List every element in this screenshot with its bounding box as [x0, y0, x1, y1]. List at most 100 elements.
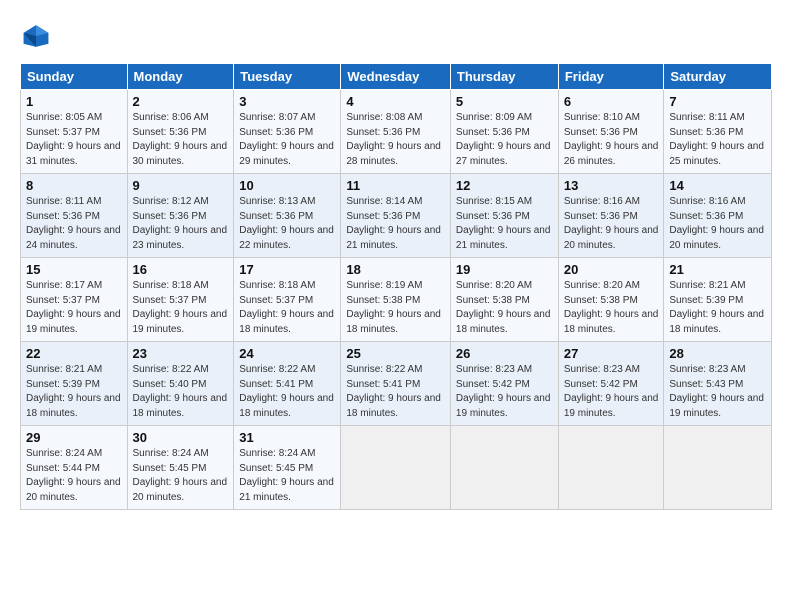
day-number: 18	[346, 262, 445, 277]
calendar-cell	[450, 426, 558, 510]
calendar-cell: 13 Sunrise: 8:16 AMSunset: 5:36 PMDaylig…	[558, 174, 664, 258]
day-info: Sunrise: 8:19 AMSunset: 5:38 PMDaylight:…	[346, 280, 441, 335]
day-number: 3	[239, 94, 335, 109]
day-number: 1	[26, 94, 122, 109]
calendar-cell: 28 Sunrise: 8:23 AMSunset: 5:43 PMDaylig…	[664, 342, 772, 426]
day-info: Sunrise: 8:08 AMSunset: 5:36 PMDaylight:…	[346, 112, 441, 167]
calendar-cell: 20 Sunrise: 8:20 AMSunset: 5:38 PMDaylig…	[558, 258, 664, 342]
day-number: 13	[564, 178, 659, 193]
calendar-cell: 1 Sunrise: 8:05 AMSunset: 5:37 PMDayligh…	[21, 90, 128, 174]
calendar-week-5: 29 Sunrise: 8:24 AMSunset: 5:44 PMDaylig…	[21, 426, 772, 510]
calendar-week-1: 1 Sunrise: 8:05 AMSunset: 5:37 PMDayligh…	[21, 90, 772, 174]
day-info: Sunrise: 8:20 AMSunset: 5:38 PMDaylight:…	[456, 280, 551, 335]
calendar-cell: 8 Sunrise: 8:11 AMSunset: 5:36 PMDayligh…	[21, 174, 128, 258]
day-info: Sunrise: 8:16 AMSunset: 5:36 PMDaylight:…	[669, 196, 764, 251]
day-info: Sunrise: 8:23 AMSunset: 5:42 PMDaylight:…	[564, 364, 659, 419]
day-info: Sunrise: 8:13 AMSunset: 5:36 PMDaylight:…	[239, 196, 334, 251]
day-number: 12	[456, 178, 553, 193]
day-info: Sunrise: 8:16 AMSunset: 5:36 PMDaylight:…	[564, 196, 659, 251]
day-number: 30	[133, 430, 229, 445]
day-number: 27	[564, 346, 659, 361]
day-info: Sunrise: 8:07 AMSunset: 5:36 PMDaylight:…	[239, 112, 334, 167]
day-info: Sunrise: 8:17 AMSunset: 5:37 PMDaylight:…	[26, 280, 121, 335]
calendar-cell: 16 Sunrise: 8:18 AMSunset: 5:37 PMDaylig…	[127, 258, 234, 342]
day-info: Sunrise: 8:09 AMSunset: 5:36 PMDaylight:…	[456, 112, 551, 167]
day-info: Sunrise: 8:12 AMSunset: 5:36 PMDaylight:…	[133, 196, 228, 251]
calendar-cell: 15 Sunrise: 8:17 AMSunset: 5:37 PMDaylig…	[21, 258, 128, 342]
day-info: Sunrise: 8:15 AMSunset: 5:36 PMDaylight:…	[456, 196, 551, 251]
calendar-header-thursday: Thursday	[450, 64, 558, 90]
main-container: SundayMondayTuesdayWednesdayThursdayFrid…	[0, 0, 792, 520]
day-info: Sunrise: 8:05 AMSunset: 5:37 PMDaylight:…	[26, 112, 121, 167]
calendar-cell: 26 Sunrise: 8:23 AMSunset: 5:42 PMDaylig…	[450, 342, 558, 426]
day-info: Sunrise: 8:24 AMSunset: 5:44 PMDaylight:…	[26, 448, 121, 503]
day-number: 20	[564, 262, 659, 277]
day-info: Sunrise: 8:18 AMSunset: 5:37 PMDaylight:…	[239, 280, 334, 335]
day-number: 23	[133, 346, 229, 361]
calendar-cell: 2 Sunrise: 8:06 AMSunset: 5:36 PMDayligh…	[127, 90, 234, 174]
calendar-cell: 5 Sunrise: 8:09 AMSunset: 5:36 PMDayligh…	[450, 90, 558, 174]
day-info: Sunrise: 8:21 AMSunset: 5:39 PMDaylight:…	[669, 280, 764, 335]
day-info: Sunrise: 8:24 AMSunset: 5:45 PMDaylight:…	[133, 448, 228, 503]
day-number: 4	[346, 94, 445, 109]
day-info: Sunrise: 8:24 AMSunset: 5:45 PMDaylight:…	[239, 448, 334, 503]
calendar-cell	[558, 426, 664, 510]
calendar-cell: 30 Sunrise: 8:24 AMSunset: 5:45 PMDaylig…	[127, 426, 234, 510]
calendar-header-saturday: Saturday	[664, 64, 772, 90]
day-number: 8	[26, 178, 122, 193]
day-info: Sunrise: 8:18 AMSunset: 5:37 PMDaylight:…	[133, 280, 228, 335]
calendar-cell: 19 Sunrise: 8:20 AMSunset: 5:38 PMDaylig…	[450, 258, 558, 342]
calendar-cell: 17 Sunrise: 8:18 AMSunset: 5:37 PMDaylig…	[234, 258, 341, 342]
day-info: Sunrise: 8:23 AMSunset: 5:43 PMDaylight:…	[669, 364, 764, 419]
day-number: 21	[669, 262, 766, 277]
calendar-cell: 25 Sunrise: 8:22 AMSunset: 5:41 PMDaylig…	[341, 342, 451, 426]
day-info: Sunrise: 8:11 AMSunset: 5:36 PMDaylight:…	[26, 196, 121, 251]
day-info: Sunrise: 8:20 AMSunset: 5:38 PMDaylight:…	[564, 280, 659, 335]
day-number: 15	[26, 262, 122, 277]
day-number: 7	[669, 94, 766, 109]
day-number: 17	[239, 262, 335, 277]
calendar-header-friday: Friday	[558, 64, 664, 90]
day-number: 6	[564, 94, 659, 109]
calendar-cell: 6 Sunrise: 8:10 AMSunset: 5:36 PMDayligh…	[558, 90, 664, 174]
day-number: 28	[669, 346, 766, 361]
calendar-cell: 9 Sunrise: 8:12 AMSunset: 5:36 PMDayligh…	[127, 174, 234, 258]
day-number: 16	[133, 262, 229, 277]
calendar-cell	[664, 426, 772, 510]
day-number: 10	[239, 178, 335, 193]
calendar-week-4: 22 Sunrise: 8:21 AMSunset: 5:39 PMDaylig…	[21, 342, 772, 426]
day-number: 22	[26, 346, 122, 361]
day-number: 19	[456, 262, 553, 277]
calendar-cell: 7 Sunrise: 8:11 AMSunset: 5:36 PMDayligh…	[664, 90, 772, 174]
day-number: 5	[456, 94, 553, 109]
day-number: 14	[669, 178, 766, 193]
day-number: 31	[239, 430, 335, 445]
calendar-cell: 23 Sunrise: 8:22 AMSunset: 5:40 PMDaylig…	[127, 342, 234, 426]
header	[20, 18, 772, 55]
calendar-header-row: SundayMondayTuesdayWednesdayThursdayFrid…	[21, 64, 772, 90]
calendar-cell: 27 Sunrise: 8:23 AMSunset: 5:42 PMDaylig…	[558, 342, 664, 426]
calendar-cell: 31 Sunrise: 8:24 AMSunset: 5:45 PMDaylig…	[234, 426, 341, 510]
calendar-table: SundayMondayTuesdayWednesdayThursdayFrid…	[20, 63, 772, 510]
day-number: 25	[346, 346, 445, 361]
day-info: Sunrise: 8:22 AMSunset: 5:40 PMDaylight:…	[133, 364, 228, 419]
day-info: Sunrise: 8:21 AMSunset: 5:39 PMDaylight:…	[26, 364, 121, 419]
logo-icon	[22, 22, 50, 50]
calendar-cell: 12 Sunrise: 8:15 AMSunset: 5:36 PMDaylig…	[450, 174, 558, 258]
calendar-cell	[341, 426, 451, 510]
calendar-cell: 10 Sunrise: 8:13 AMSunset: 5:36 PMDaylig…	[234, 174, 341, 258]
calendar-cell: 14 Sunrise: 8:16 AMSunset: 5:36 PMDaylig…	[664, 174, 772, 258]
calendar-header-tuesday: Tuesday	[234, 64, 341, 90]
day-number: 24	[239, 346, 335, 361]
calendar-header-monday: Monday	[127, 64, 234, 90]
calendar-week-3: 15 Sunrise: 8:17 AMSunset: 5:37 PMDaylig…	[21, 258, 772, 342]
day-number: 2	[133, 94, 229, 109]
calendar-cell: 3 Sunrise: 8:07 AMSunset: 5:36 PMDayligh…	[234, 90, 341, 174]
day-number: 26	[456, 346, 553, 361]
calendar-header-wednesday: Wednesday	[341, 64, 451, 90]
calendar-week-2: 8 Sunrise: 8:11 AMSunset: 5:36 PMDayligh…	[21, 174, 772, 258]
calendar-cell: 29 Sunrise: 8:24 AMSunset: 5:44 PMDaylig…	[21, 426, 128, 510]
calendar-cell: 11 Sunrise: 8:14 AMSunset: 5:36 PMDaylig…	[341, 174, 451, 258]
day-number: 9	[133, 178, 229, 193]
day-number: 29	[26, 430, 122, 445]
